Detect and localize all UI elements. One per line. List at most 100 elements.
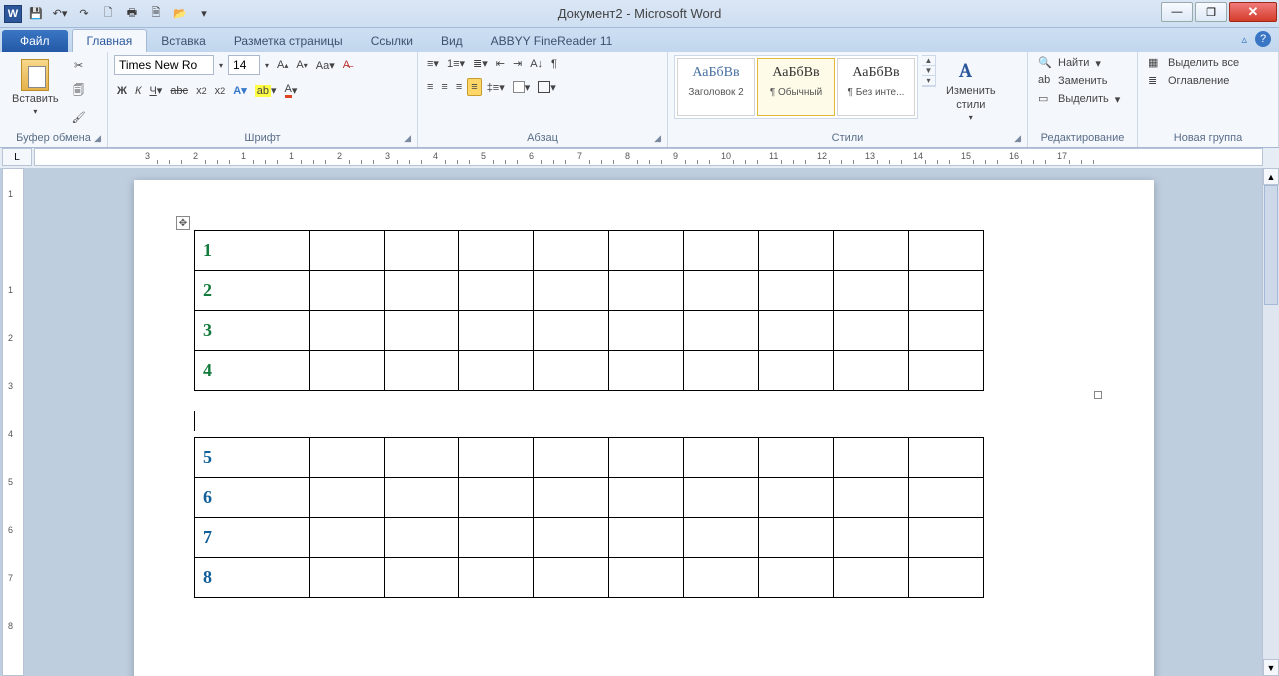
tab-file[interactable]: Файл bbox=[2, 30, 68, 52]
table-cell[interactable] bbox=[384, 351, 459, 391]
style-nospacing[interactable]: АаБбВв ¶ Без инте... bbox=[837, 58, 915, 116]
table-cell[interactable] bbox=[609, 311, 684, 351]
clipboard-dialog-icon[interactable]: ◢ bbox=[94, 133, 101, 144]
table-cell[interactable] bbox=[534, 271, 609, 311]
find-button[interactable]: 🔍Найти ▾ bbox=[1034, 55, 1124, 71]
superscript-button[interactable]: x2 bbox=[212, 83, 229, 99]
table-cell[interactable] bbox=[834, 478, 909, 518]
table-cell[interactable] bbox=[834, 231, 909, 271]
tab-abbyy[interactable]: ABBYY FineReader 11 bbox=[477, 30, 627, 52]
styles-gallery-nav[interactable]: ▲ ▼ ▾ bbox=[922, 55, 936, 87]
font-dialog-icon[interactable]: ◢ bbox=[404, 133, 411, 144]
table-cell[interactable] bbox=[684, 478, 759, 518]
cut-icon[interactable]: ✂ bbox=[69, 57, 89, 74]
table-cell[interactable] bbox=[759, 518, 834, 558]
change-case-icon[interactable]: Aa▾ bbox=[313, 57, 338, 74]
table-cell[interactable] bbox=[908, 351, 983, 391]
table-cell[interactable] bbox=[908, 231, 983, 271]
sort-icon[interactable]: A↓ bbox=[527, 56, 546, 72]
align-center-icon[interactable]: ≡ bbox=[438, 79, 450, 95]
table-cell[interactable] bbox=[534, 478, 609, 518]
font-size-input[interactable] bbox=[228, 55, 260, 75]
table-cell[interactable] bbox=[459, 231, 534, 271]
table-cell[interactable] bbox=[534, 558, 609, 598]
table-row[interactable]: 2 bbox=[195, 271, 984, 311]
table-cell[interactable] bbox=[759, 351, 834, 391]
bullets-icon[interactable]: ≡▾ bbox=[424, 55, 442, 72]
table-cell[interactable]: 7 bbox=[195, 518, 310, 558]
horizontal-ruler[interactable]: 3211234567891011121314151617 bbox=[34, 148, 1263, 166]
table-cell[interactable] bbox=[834, 271, 909, 311]
maximize-button[interactable]: ❐ bbox=[1195, 2, 1227, 22]
show-marks-icon[interactable]: ¶ bbox=[548, 56, 560, 72]
table-cell[interactable] bbox=[684, 271, 759, 311]
shrink-font-icon[interactable]: A▾ bbox=[293, 57, 310, 73]
table-cell[interactable] bbox=[759, 478, 834, 518]
minimize-ribbon-icon[interactable]: ▵ bbox=[1241, 33, 1247, 46]
format-painter-icon[interactable]: 🖌 bbox=[69, 109, 89, 126]
table-cell[interactable] bbox=[534, 231, 609, 271]
table-cell[interactable] bbox=[834, 558, 909, 598]
indent-icon[interactable]: ⇥ bbox=[510, 55, 525, 72]
table-cell[interactable] bbox=[684, 558, 759, 598]
table-row[interactable]: 5 bbox=[195, 438, 984, 478]
table-cell[interactable] bbox=[459, 478, 534, 518]
font-color-icon[interactable]: A▾ bbox=[282, 81, 301, 100]
scroll-down-icon[interactable]: ▼ bbox=[1263, 659, 1279, 676]
open-icon[interactable]: 📂 bbox=[170, 4, 190, 24]
table-cell[interactable] bbox=[384, 558, 459, 598]
select-all-button[interactable]: ▦Выделить все bbox=[1144, 55, 1243, 71]
table-cell[interactable]: 8 bbox=[195, 558, 310, 598]
font-name-dropdown-icon[interactable]: ▾ bbox=[216, 59, 226, 72]
table-cell[interactable] bbox=[384, 311, 459, 351]
table-cell[interactable] bbox=[759, 231, 834, 271]
table-row[interactable]: 1 bbox=[195, 231, 984, 271]
table-cell[interactable] bbox=[384, 518, 459, 558]
table-cell[interactable]: 5 bbox=[195, 438, 310, 478]
align-right-icon[interactable]: ≡ bbox=[453, 79, 465, 95]
copy-icon[interactable]: 🗐 bbox=[69, 80, 89, 103]
paste-button[interactable]: Вставить ▾ bbox=[6, 55, 65, 120]
table-cell[interactable] bbox=[908, 518, 983, 558]
table-cell[interactable] bbox=[609, 231, 684, 271]
table-cell[interactable] bbox=[684, 518, 759, 558]
change-styles-button[interactable]: A Изменить стили▾ bbox=[940, 55, 1002, 126]
table-cell[interactable] bbox=[459, 271, 534, 311]
table-cell[interactable] bbox=[309, 271, 384, 311]
table-cell[interactable] bbox=[534, 351, 609, 391]
table-row[interactable]: 6 bbox=[195, 478, 984, 518]
table-cell[interactable] bbox=[759, 271, 834, 311]
replace-button[interactable]: abЗаменить bbox=[1034, 73, 1124, 89]
table-cell[interactable] bbox=[834, 311, 909, 351]
italic-button[interactable]: К bbox=[132, 83, 144, 99]
outdent-icon[interactable]: ⇤ bbox=[493, 55, 508, 72]
subscript-button[interactable]: x2 bbox=[193, 83, 210, 99]
table-move-handle-icon[interactable]: ✥ bbox=[176, 216, 190, 230]
align-left-icon[interactable]: ≡ bbox=[424, 79, 436, 95]
table-cell[interactable] bbox=[834, 351, 909, 391]
table-cell[interactable] bbox=[684, 351, 759, 391]
shading-icon[interactable]: ▾ bbox=[510, 79, 534, 96]
table-cell[interactable] bbox=[459, 351, 534, 391]
table-cell[interactable] bbox=[908, 311, 983, 351]
line-spacing-icon[interactable]: ‡≡▾ bbox=[484, 79, 508, 96]
styles-gallery[interactable]: АаБбВв Заголовок 2 АаБбВв ¶ Обычный АаБб… bbox=[674, 55, 918, 119]
table-2[interactable]: 5678 bbox=[194, 437, 984, 598]
document-scroll[interactable]: ✥ 1234 5678 bbox=[26, 168, 1262, 676]
bold-button[interactable]: Ж bbox=[114, 83, 130, 99]
table-cell[interactable] bbox=[459, 518, 534, 558]
table-cell[interactable] bbox=[908, 558, 983, 598]
table-cell[interactable] bbox=[684, 311, 759, 351]
table-cell[interactable] bbox=[534, 438, 609, 478]
scroll-thumb[interactable] bbox=[1264, 185, 1278, 305]
table-cell[interactable] bbox=[759, 438, 834, 478]
table-cell[interactable] bbox=[309, 478, 384, 518]
table-cell[interactable] bbox=[309, 558, 384, 598]
table-row[interactable]: 8 bbox=[195, 558, 984, 598]
styles-dialog-icon[interactable]: ◢ bbox=[1014, 133, 1021, 144]
minimize-button[interactable]: — bbox=[1161, 2, 1193, 22]
redo-icon[interactable]: ↷ bbox=[74, 4, 94, 24]
table-cell[interactable]: 3 bbox=[195, 311, 310, 351]
font-name-input[interactable] bbox=[114, 55, 214, 75]
table-cell[interactable] bbox=[834, 518, 909, 558]
